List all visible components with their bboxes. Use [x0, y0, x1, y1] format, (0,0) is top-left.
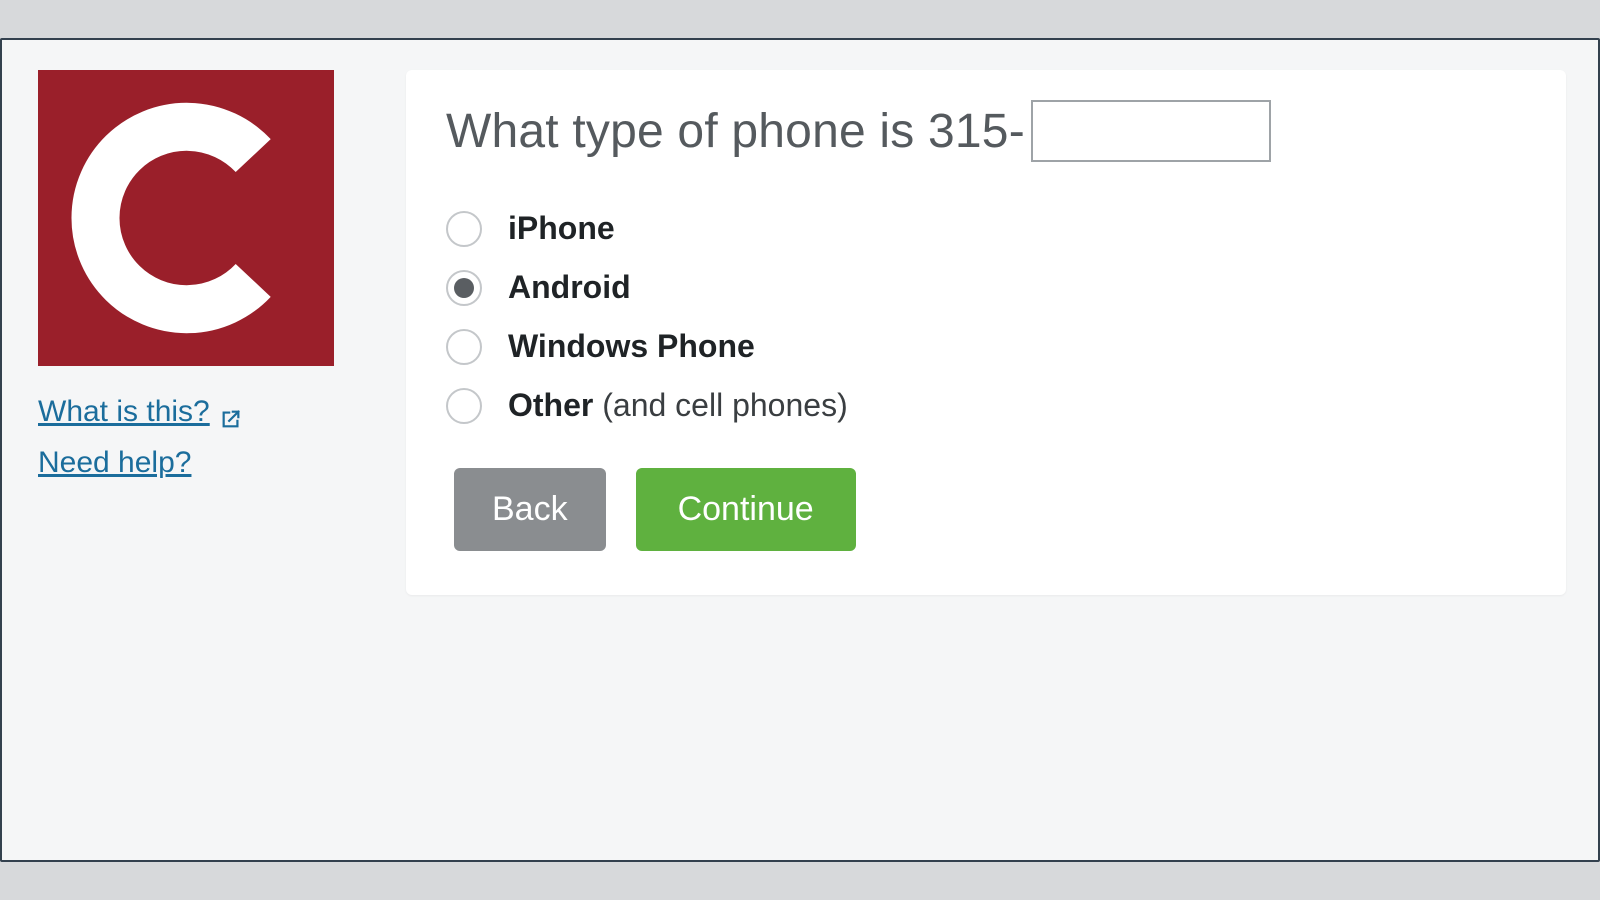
button-row: Back Continue	[446, 468, 1526, 551]
option-other[interactable]: Other (and cell phones)	[446, 387, 1526, 424]
option-label-iphone: iPhone	[508, 210, 615, 247]
back-button[interactable]: Back	[454, 468, 606, 551]
main-content: What type of phone is 315- iPhone Androi…	[406, 70, 1566, 595]
need-help-link[interactable]: Need help?	[38, 443, 191, 484]
option-iphone[interactable]: iPhone	[446, 210, 1526, 247]
sidebar-links: What is this? Need help?	[38, 392, 368, 493]
top-chrome-bar	[0, 0, 1600, 38]
need-help-label: Need help?	[38, 443, 191, 484]
radio-android[interactable]	[446, 270, 482, 306]
option-label-windows-phone: Windows Phone	[508, 328, 755, 365]
phone-suffix-input[interactable]	[1031, 100, 1271, 162]
option-label-android: Android	[508, 269, 631, 306]
option-text: Android	[508, 269, 631, 305]
radio-windows-phone[interactable]	[446, 329, 482, 365]
phone-type-options: iPhone Android Windows Phone	[446, 210, 1526, 424]
layout: What is this? Need help?	[38, 70, 1566, 595]
external-link-icon	[220, 401, 242, 423]
option-text: Windows Phone	[508, 328, 755, 364]
radio-other[interactable]	[446, 388, 482, 424]
heading-row: What type of phone is 315-	[446, 100, 1526, 162]
app-frame: What is this? Need help?	[0, 38, 1600, 862]
option-subtext: (and cell phones)	[593, 387, 847, 423]
bottom-chrome-bar	[0, 862, 1600, 900]
sidebar: What is this? Need help?	[38, 70, 368, 493]
option-windows-phone[interactable]: Windows Phone	[446, 328, 1526, 365]
continue-button[interactable]: Continue	[636, 468, 856, 551]
option-label-other: Other (and cell phones)	[508, 387, 848, 424]
option-text: iPhone	[508, 210, 615, 246]
page-heading: What type of phone is 315-	[446, 104, 1025, 159]
option-text: Other	[508, 387, 593, 423]
org-logo	[38, 70, 334, 366]
option-android[interactable]: Android	[446, 269, 1526, 306]
what-is-this-link[interactable]: What is this?	[38, 392, 242, 433]
what-is-this-label: What is this?	[38, 392, 210, 433]
phone-type-card: What type of phone is 315- iPhone Androi…	[406, 70, 1566, 595]
radio-iphone[interactable]	[446, 211, 482, 247]
